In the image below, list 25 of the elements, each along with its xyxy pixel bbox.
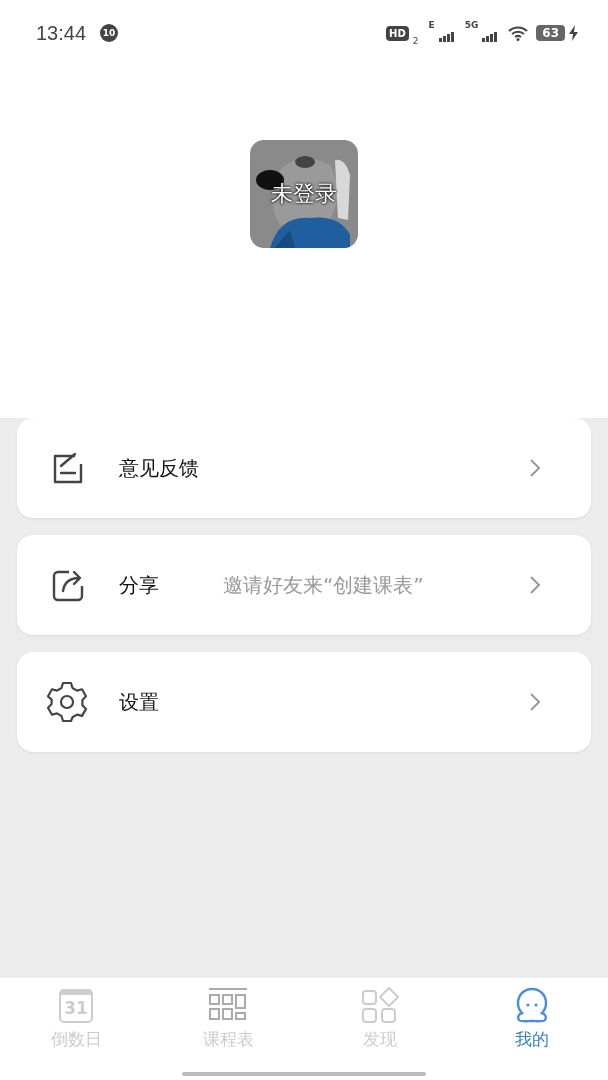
menu-item[interactable]: 分享 邀请好友来“创建课表”: [17, 535, 591, 635]
chevron-icon: [529, 575, 541, 595]
notification-badge: 10: [100, 24, 119, 42]
settings-icon: [45, 680, 89, 724]
network-label: 5G: [464, 20, 479, 30]
login-status: 未登录: [271, 180, 337, 208]
hd-label: HD: [386, 25, 409, 41]
battery-level: 63: [536, 25, 565, 41]
wifi-icon: [508, 25, 529, 41]
menu-item[interactable]: 意见反馈: [17, 418, 591, 518]
chevron-icon: [529, 692, 541, 712]
nav-tab[interactable]: 我的: [456, 978, 608, 1058]
signal-icon: [482, 32, 499, 42]
menu-item[interactable]: 设置: [17, 652, 591, 752]
menu-label: 设置: [119, 688, 159, 716]
menu-label: 分享: [119, 571, 159, 599]
charging-icon: [569, 25, 578, 41]
status-time: 13:44: [36, 21, 87, 45]
menu-hint: 邀请好友来“创建课表”: [223, 571, 424, 599]
signal-icon: [438, 32, 455, 42]
chevron-icon: [529, 458, 541, 478]
menu-label: 意见反馈: [119, 454, 199, 482]
apps-icon: [360, 985, 400, 1026]
sim-number: 2: [412, 36, 419, 46]
network-label: E: [428, 20, 435, 30]
